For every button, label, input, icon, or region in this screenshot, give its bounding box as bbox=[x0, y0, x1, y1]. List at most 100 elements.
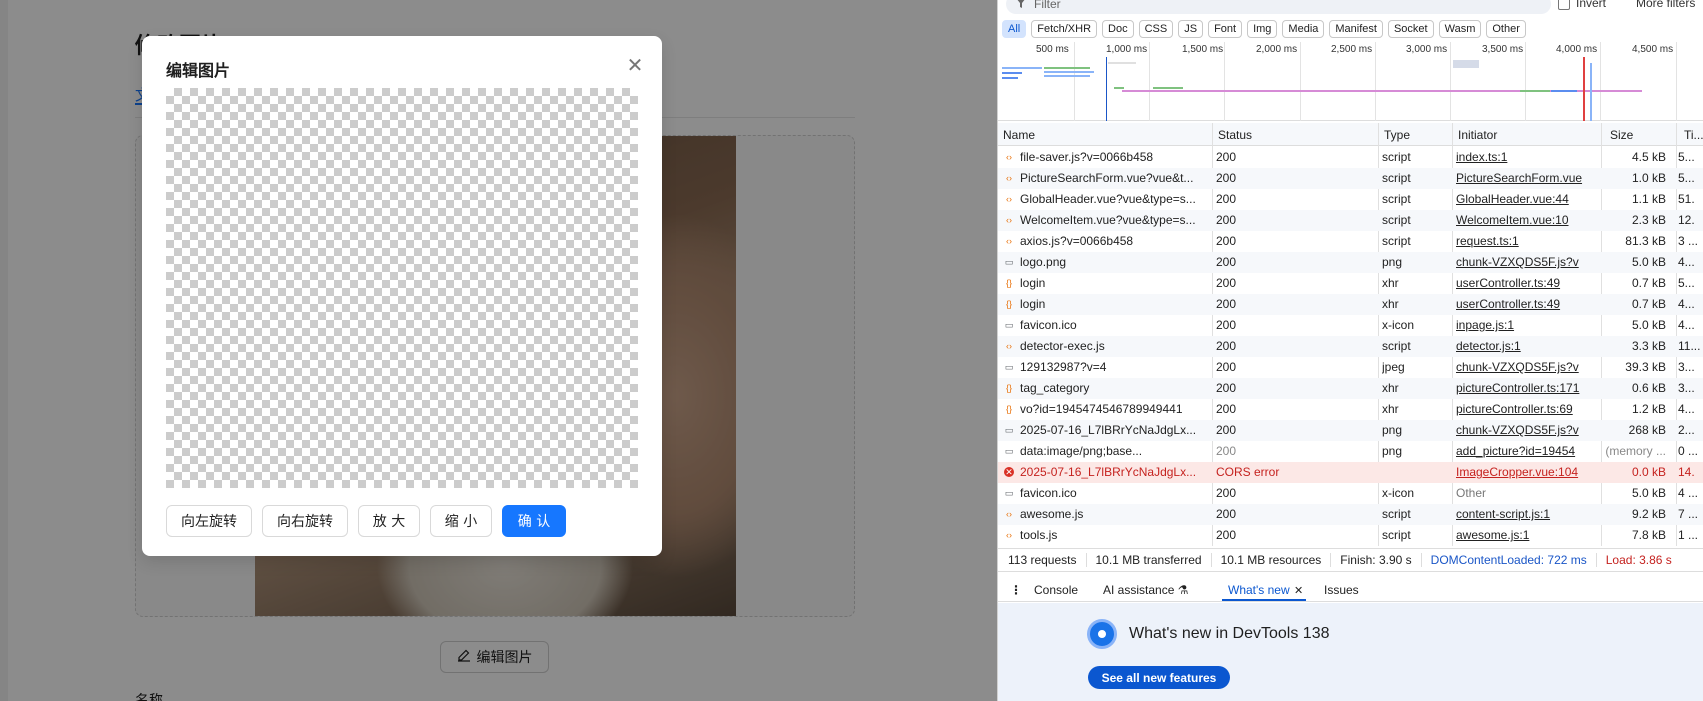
request-initiator[interactable]: content-script.js:1 bbox=[1456, 507, 1594, 521]
request-initiator[interactable]: add_picture?id=19454 bbox=[1456, 444, 1594, 458]
type-filter-media[interactable]: Media bbox=[1282, 20, 1325, 38]
request-name: GlobalHeader.vue?vue&type=s... bbox=[1020, 192, 1196, 206]
request-initiator[interactable]: pictureController.ts:171 bbox=[1456, 381, 1594, 395]
request-size: 81.3 kB bbox=[1625, 234, 1666, 248]
network-overview-timeline[interactable]: 500 ms 1,000 ms 1,500 ms 2,000 ms 2,500 … bbox=[998, 42, 1703, 121]
script-icon: ‹› bbox=[1006, 509, 1012, 519]
table-row[interactable]: ‹› PictureSearchForm.vue?vue&t... 200 scrip… bbox=[998, 168, 1703, 189]
tab-console[interactable]: Console bbox=[1034, 583, 1078, 597]
type-filter-manifest[interactable]: Manifest bbox=[1329, 20, 1383, 38]
table-row[interactable]: ▭ favicon.ico 200 x-icon Other 5.0 kB 4 ... bbox=[998, 483, 1703, 504]
request-initiator[interactable]: WelcomeItem.vue:10 bbox=[1456, 213, 1594, 227]
type-filter-js[interactable]: JS bbox=[1178, 20, 1204, 38]
table-row[interactable]: ▭ favicon.ico 200 x-icon inpage.js:1 5.0 kB 4.… bbox=[998, 315, 1703, 336]
request-type: jpeg bbox=[1382, 360, 1405, 374]
request-size: 0.0 kB bbox=[1631, 465, 1666, 479]
request-name: 129132987?v=4 bbox=[1020, 360, 1107, 374]
request-status: 200 bbox=[1216, 318, 1237, 332]
image-icon: ▭ bbox=[1004, 488, 1014, 498]
table-row[interactable]: ✕ 2025-07-16_L7lBRrYcNaJdgLx... CORS error… bbox=[998, 462, 1703, 483]
close-icon[interactable]: ✕ bbox=[624, 54, 646, 76]
invert-checkbox[interactable] bbox=[1558, 0, 1570, 10]
type-filter-css[interactable]: CSS bbox=[1138, 20, 1174, 38]
request-size: 1.0 kB bbox=[1631, 171, 1666, 185]
request-status: 200 bbox=[1216, 213, 1237, 227]
error-icon: ✕ bbox=[1004, 467, 1014, 477]
zoom-out-button[interactable]: 缩 小 bbox=[430, 505, 492, 537]
table-row[interactable]: {} tag_category 200 xhr pictureController.ts… bbox=[998, 378, 1703, 399]
request-initiator[interactable]: index.ts:1 bbox=[1456, 150, 1594, 164]
confirm-button[interactable]: 确 认 bbox=[502, 505, 566, 537]
request-name: favicon.ico bbox=[1020, 318, 1077, 332]
request-size: 5.0 kB bbox=[1631, 255, 1666, 269]
table-row[interactable]: ‹› axios.js?v=0066b458 200 script request.ts… bbox=[998, 231, 1703, 252]
edit-image-modal: 编辑图片 ✕ 向左旋转 向右旋转 放 大 缩 小 确 认 bbox=[142, 36, 662, 556]
column-header-name[interactable]: Name bbox=[1003, 128, 1035, 142]
zoom-in-button[interactable]: 放 大 bbox=[358, 505, 420, 537]
tab-whats-new[interactable]: What's new bbox=[1228, 583, 1290, 597]
request-initiator[interactable]: chunk-VZXQDS5F.js?v bbox=[1456, 255, 1594, 269]
close-icon[interactable]: ✕ bbox=[1294, 584, 1303, 597]
type-filter-img[interactable]: Img bbox=[1247, 20, 1278, 38]
request-name: 2025-07-16_L7lBRrYcNaJdgLx... bbox=[1020, 465, 1197, 479]
type-filter-other[interactable]: Other bbox=[1486, 20, 1526, 38]
type-filter-all[interactable]: All bbox=[1002, 20, 1027, 38]
request-type: xhr bbox=[1382, 402, 1399, 416]
column-header-initiator[interactable]: Initiator bbox=[1458, 128, 1497, 142]
request-status: 200 bbox=[1216, 423, 1237, 437]
tab-issues[interactable]: Issues bbox=[1324, 583, 1359, 597]
table-row[interactable]: ▭ 2025-07-16_L7lBRrYcNaJdgLx... 200 png chun… bbox=[998, 420, 1703, 441]
overview-bar bbox=[1453, 60, 1479, 68]
more-filters-dropdown[interactable]: More filters bbox=[1636, 0, 1695, 10]
request-initiator[interactable]: Other bbox=[1456, 486, 1594, 500]
column-header-time[interactable]: Ti... bbox=[1684, 128, 1703, 142]
table-row[interactable]: ‹› WelcomeItem.vue?vue&type=s... 200 script… bbox=[998, 210, 1703, 231]
table-row[interactable]: ▭ 129132987?v=4 200 jpeg chunk-VZXQDS5F.js?v… bbox=[998, 357, 1703, 378]
request-initiator[interactable]: awesome.js:1 bbox=[1456, 528, 1594, 542]
drawer-menu-icon[interactable]: ⋮ bbox=[1010, 583, 1022, 597]
table-row[interactable]: ‹› awesome.js 200 script content-script.js:1… bbox=[998, 504, 1703, 525]
table-row[interactable]: ‹› tools.js 200 script awesome.js:1 7.8 kB 1 .… bbox=[998, 525, 1703, 546]
table-row[interactable]: ‹› detector-exec.js 200 script detector.js:1… bbox=[998, 336, 1703, 357]
table-row[interactable]: ▭ logo.png 200 png chunk-VZXQDS5F.js?v 5.0 kB… bbox=[998, 252, 1703, 273]
column-header-type[interactable]: Type bbox=[1384, 128, 1410, 142]
script-icon: ‹› bbox=[1006, 530, 1012, 540]
table-row[interactable]: {} vo?id=1945474546789949441 200 xhr picture… bbox=[998, 399, 1703, 420]
request-initiator[interactable]: GlobalHeader.vue:44 bbox=[1456, 192, 1594, 206]
table-row[interactable]: {} login 200 xhr userController.ts:49 0.7 kB 4… bbox=[998, 294, 1703, 315]
table-row[interactable]: ‹› GlobalHeader.vue?vue&type=s... 200 scrip… bbox=[998, 189, 1703, 210]
request-status: 200 bbox=[1216, 234, 1237, 248]
request-initiator[interactable]: chunk-VZXQDS5F.js?v bbox=[1456, 423, 1594, 437]
table-row[interactable]: ‹› file-saver.js?v=0066b458 200 script index… bbox=[998, 147, 1703, 168]
overview-bar bbox=[1108, 62, 1136, 64]
type-filter-doc[interactable]: Doc bbox=[1102, 20, 1134, 38]
tab-ai-assistance[interactable]: AI assistance ⚗ bbox=[1103, 583, 1188, 597]
request-initiator[interactable]: request.ts:1 bbox=[1456, 234, 1594, 248]
request-initiator[interactable]: inpage.js:1 bbox=[1456, 318, 1594, 332]
table-row[interactable]: ▭ data:image/png;base... 200 png add_picture… bbox=[998, 441, 1703, 462]
request-initiator[interactable]: detector.js:1 bbox=[1456, 339, 1594, 353]
table-row[interactable]: {} login 200 xhr userController.ts:49 0.7 kB 5… bbox=[998, 273, 1703, 294]
type-filter-wasm[interactable]: Wasm bbox=[1438, 20, 1482, 38]
image-cropper-canvas[interactable] bbox=[166, 88, 638, 488]
request-size: (memory ... bbox=[1605, 444, 1666, 458]
type-filter-font[interactable]: Font bbox=[1208, 20, 1243, 38]
filter-input[interactable]: Filter bbox=[1006, 0, 1551, 14]
request-time: 4... bbox=[1678, 297, 1695, 311]
request-size: 7.8 kB bbox=[1631, 528, 1666, 542]
see-all-features-button[interactable]: See all new features bbox=[1088, 666, 1230, 689]
request-time: 12. bbox=[1678, 213, 1695, 227]
type-filter-socket[interactable]: Socket bbox=[1387, 20, 1434, 38]
column-header-status[interactable]: Status bbox=[1218, 128, 1252, 142]
request-initiator[interactable]: userController.ts:49 bbox=[1456, 297, 1594, 311]
column-header-size[interactable]: Size bbox=[1610, 128, 1633, 142]
request-initiator[interactable]: userController.ts:49 bbox=[1456, 276, 1594, 290]
request-initiator[interactable]: PictureSearchForm.vue bbox=[1456, 171, 1594, 185]
overview-tick-label: 1,500 ms bbox=[1182, 44, 1224, 55]
rotate-right-button[interactable]: 向右旋转 bbox=[262, 505, 348, 537]
request-initiator[interactable]: chunk-VZXQDS5F.js?v bbox=[1456, 360, 1594, 374]
rotate-left-button[interactable]: 向左旋转 bbox=[166, 505, 252, 537]
request-initiator[interactable]: ImageCropper.vue:104 bbox=[1456, 465, 1594, 479]
type-filter-fetch-xhr[interactable]: Fetch/XHR bbox=[1031, 20, 1098, 38]
request-initiator[interactable]: pictureController.ts:69 bbox=[1456, 402, 1594, 416]
